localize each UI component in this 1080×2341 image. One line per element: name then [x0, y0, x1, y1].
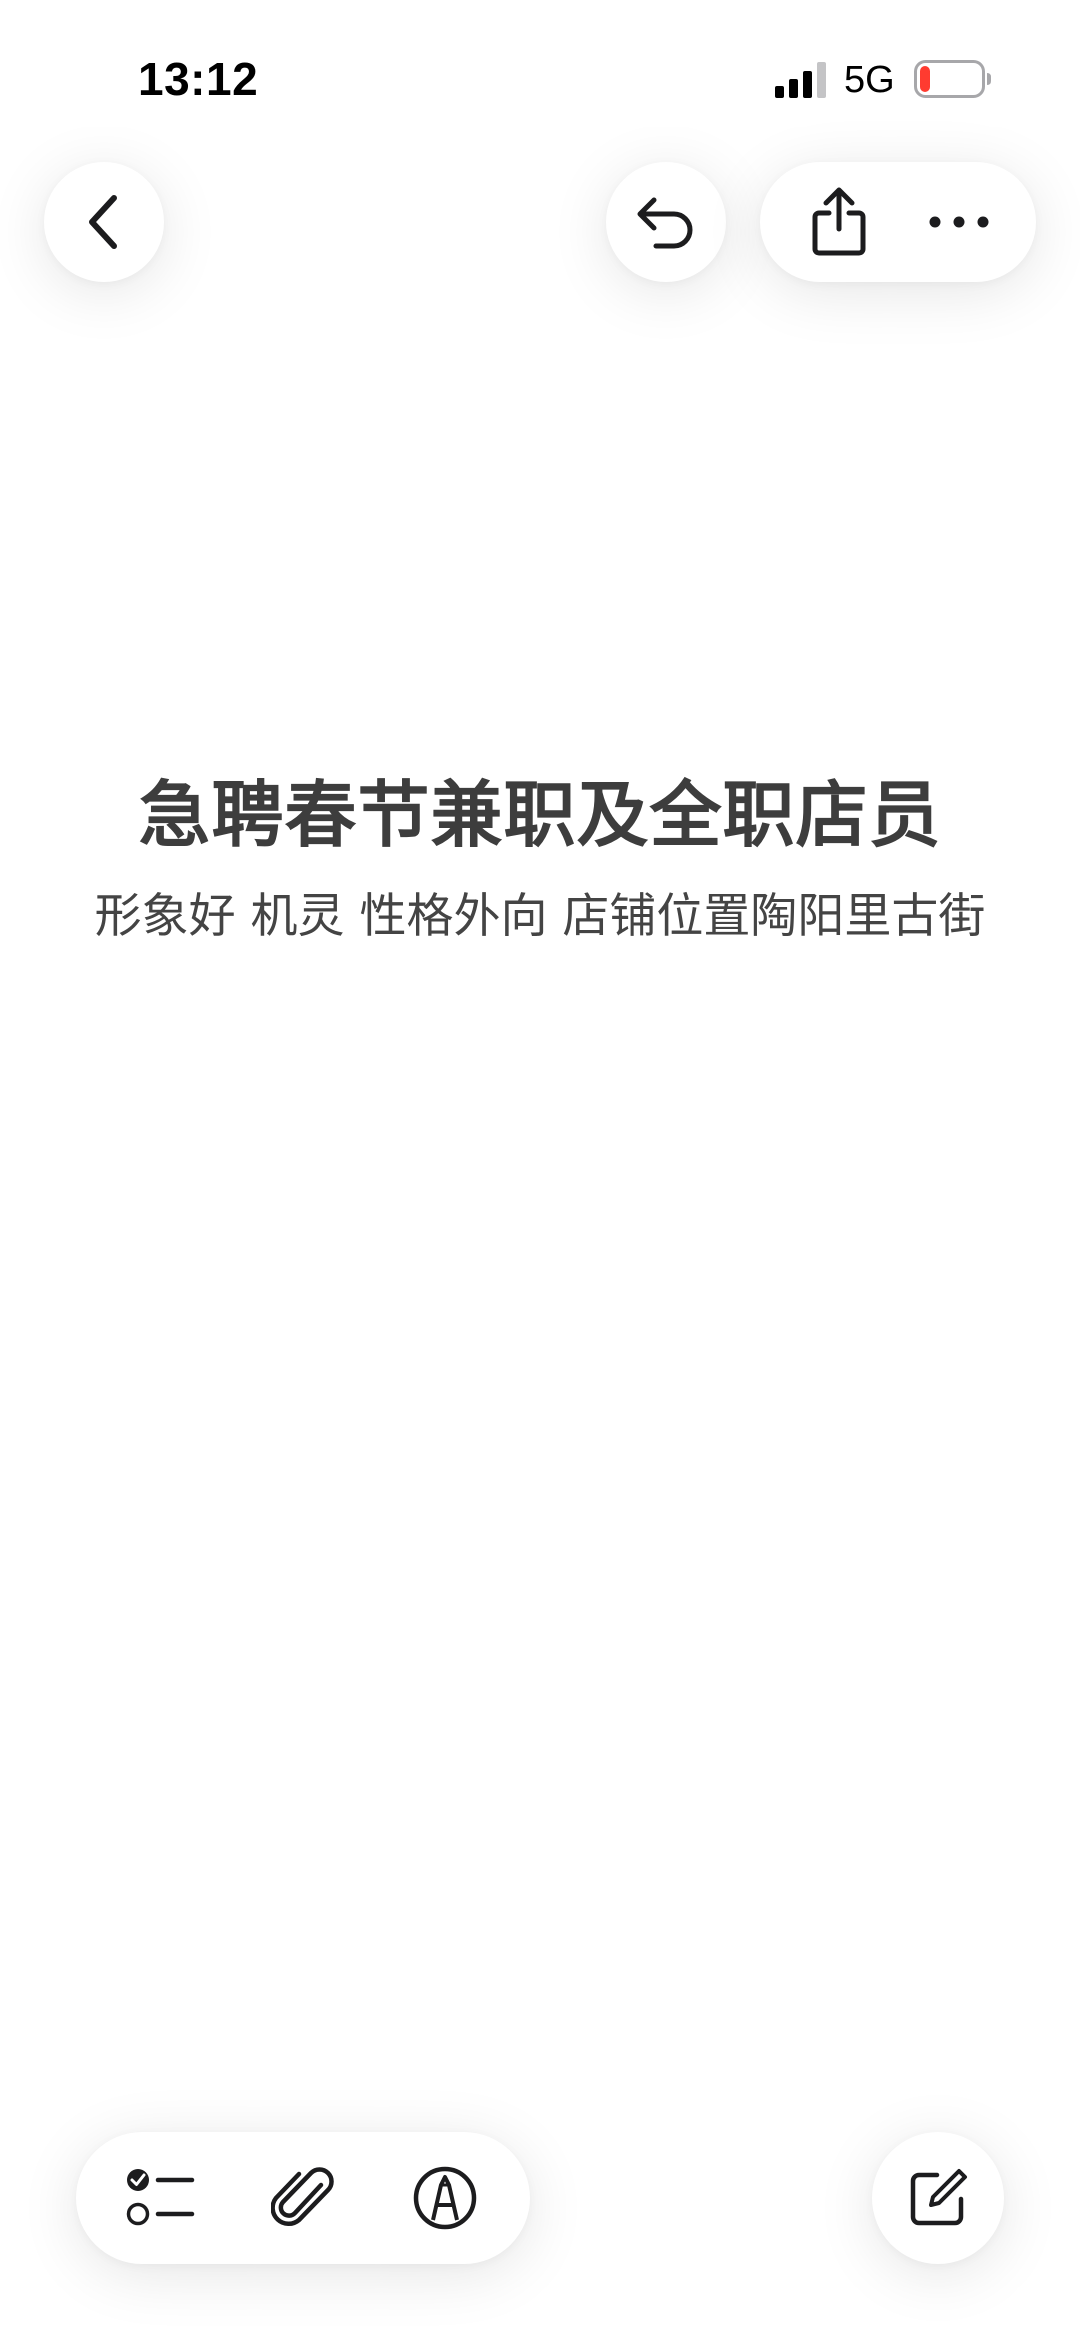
note-body: 形象好 机灵 性格外向 店铺位置陶阳里古街	[94, 889, 986, 944]
back-button[interactable]	[44, 162, 164, 282]
compose-icon	[910, 2169, 967, 2226]
home-indicator-area	[0, 2320, 1080, 2341]
bottom-toolbar	[76, 2132, 530, 2264]
share-button[interactable]	[784, 162, 894, 282]
pen-tip-icon	[413, 2166, 477, 2230]
share-icon	[812, 187, 866, 256]
status-time: 13:12	[138, 53, 259, 105]
more-button[interactable]	[904, 162, 1014, 282]
markup-button[interactable]	[380, 2132, 510, 2264]
signal-strength-icon	[775, 62, 826, 98]
ellipsis-icon	[929, 216, 989, 228]
checklist-icon	[126, 2169, 195, 2226]
undo-icon	[637, 197, 693, 249]
battery-icon	[914, 60, 991, 98]
note-title: 急聘春节兼职及全职店员	[138, 773, 942, 857]
network-type-label: 5G	[844, 59, 895, 101]
note-content[interactable]: 急聘春节兼职及全职店员 形象好 机灵 性格外向 店铺位置陶阳里古街	[0, 760, 1080, 952]
compose-button[interactable]	[872, 2132, 1004, 2264]
paperclip-icon	[271, 2167, 334, 2227]
status-bar: 13:12 5G	[0, 0, 1080, 150]
undo-button[interactable]	[606, 162, 726, 282]
actions-group	[760, 162, 1036, 282]
checklist-button[interactable]	[96, 2132, 226, 2264]
attach-button[interactable]	[238, 2132, 368, 2264]
chevron-left-icon	[89, 195, 117, 249]
